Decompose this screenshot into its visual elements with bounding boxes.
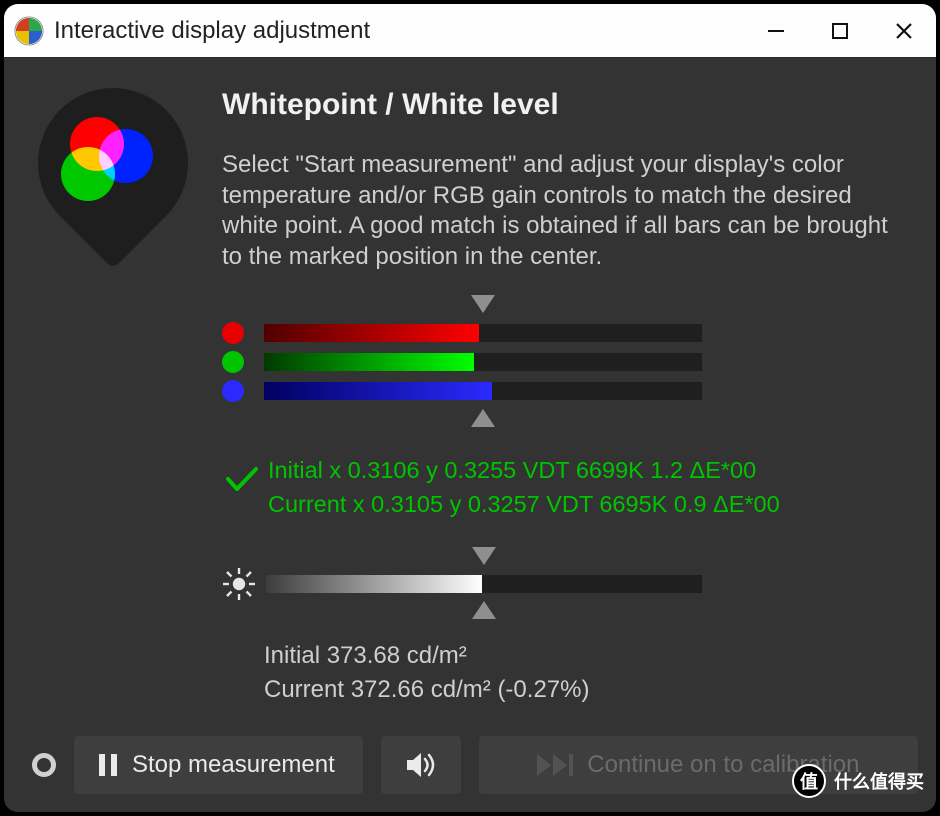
sound-button[interactable] [381, 736, 461, 794]
green-indicator-icon [222, 351, 244, 373]
skip-forward-icon [537, 754, 573, 776]
brightness-marker-bottom-icon [472, 601, 496, 619]
brightness-bar [266, 575, 702, 593]
stop-measurement-button[interactable]: Stop measurement [74, 736, 363, 794]
brightness-block [222, 547, 702, 621]
maximize-button[interactable] [808, 4, 872, 57]
brightness-current-line: Current 372.66 cd/m² (-0.27%) [264, 673, 896, 707]
stop-label: Stop measurement [132, 751, 335, 779]
wp-initial-line: Initial x 0.3106 y 0.3255 VDT 6699K 1.2 … [268, 453, 780, 487]
rgb-logo-icon [34, 88, 194, 238]
red-indicator-icon [222, 322, 244, 344]
brightness-initial-line: Initial 373.68 cd/m² [264, 639, 896, 673]
brightness-icon [222, 567, 256, 601]
bottom-bar: Stop measurement Continue on to calibrat… [4, 728, 936, 812]
blue-indicator-icon [222, 380, 244, 402]
section-description: Select "Start measurement" and adjust yo… [222, 150, 896, 273]
center-marker-top-icon [471, 295, 495, 313]
red-bar [264, 324, 702, 342]
brightness-marker-top-icon [472, 547, 496, 565]
checkmark-icon [222, 459, 262, 499]
speaker-icon [405, 751, 437, 779]
status-circle-icon [32, 753, 56, 777]
pause-icon [98, 753, 118, 777]
continue-calibration-button: Continue on to calibration [479, 736, 918, 794]
rgb-bars [222, 295, 702, 429]
window-title: Interactive display adjustment [54, 17, 744, 45]
minimize-button[interactable] [744, 4, 808, 57]
window-buttons [744, 4, 936, 57]
whitepoint-status: Initial x 0.3106 y 0.3255 VDT 6699K 1.2 … [268, 453, 780, 521]
brightness-status: Initial 373.68 cd/m² Current 372.66 cd/m… [264, 639, 896, 706]
close-button[interactable] [872, 4, 936, 57]
section-title: Whitepoint / White level [222, 88, 896, 122]
app-icon [14, 16, 44, 46]
content: Whitepoint / White level Select "Start m… [4, 58, 936, 812]
blue-bar [264, 382, 702, 400]
titlebar: Interactive display adjustment [4, 4, 936, 58]
green-bar [264, 353, 702, 371]
center-marker-bottom-icon [471, 409, 495, 427]
window: Interactive display adjustment Whitepoin… [4, 4, 936, 812]
wp-current-line: Current x 0.3105 y 0.3257 VDT 6695K 0.9 … [268, 487, 780, 521]
continue-label: Continue on to calibration [587, 751, 859, 779]
